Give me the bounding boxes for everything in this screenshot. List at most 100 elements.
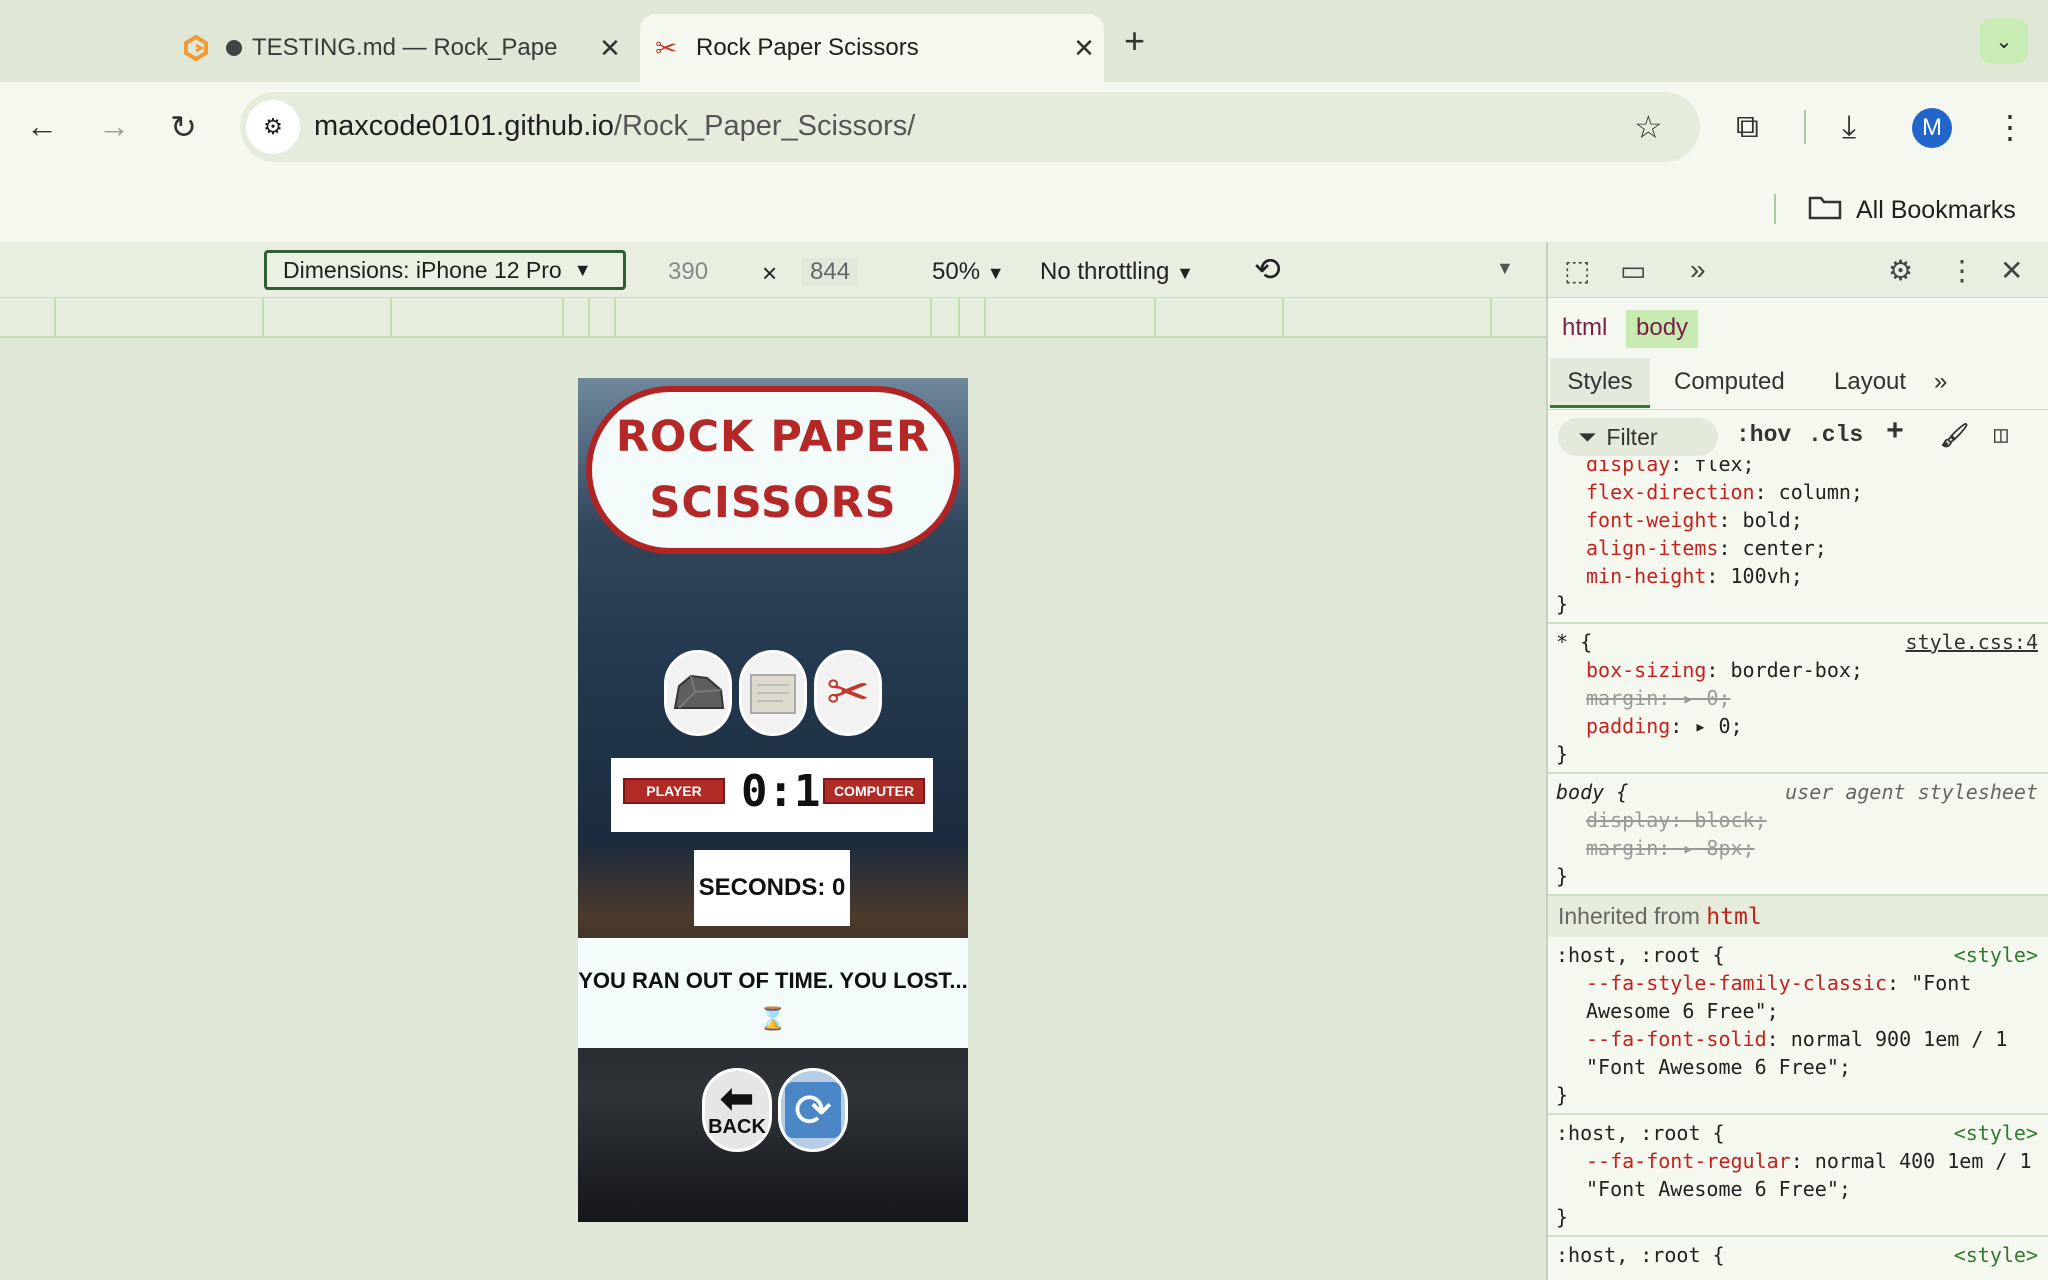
- scissors-button[interactable]: ✂: [814, 650, 882, 736]
- height-input[interactable]: 844: [802, 258, 859, 286]
- new-rule-plus-icon[interactable]: +: [1886, 416, 1904, 450]
- throttling-value: No throttling: [1040, 258, 1170, 285]
- css-declaration[interactable]: min-height: 100vh;: [1556, 562, 2040, 590]
- toggle-sidebar-icon[interactable]: ◫: [1994, 422, 2008, 449]
- hourglass-icon: ⌛: [759, 1006, 787, 1031]
- close-devtools-icon[interactable]: ✕: [2000, 254, 2023, 287]
- devtools-menu-kebab-icon[interactable]: ⋮: [1948, 254, 1976, 287]
- all-bookmarks-label: All Bookmarks: [1856, 196, 2016, 224]
- extensions-puzzle-icon[interactable]: ⧉: [1736, 108, 1759, 146]
- zoom-value: 50%: [932, 258, 981, 285]
- hov-toggle[interactable]: :hov: [1736, 422, 1791, 448]
- css-declaration[interactable]: --fa-style-family-classic: "Font Awesome…: [1556, 969, 2040, 1025]
- tab-search-chevron-icon[interactable]: ⌄: [1980, 18, 2028, 64]
- ruler-tick: [54, 298, 56, 336]
- css-rule-body: display: flex; flex-direction: column; f…: [1548, 460, 2048, 624]
- css-declaration-overridden[interactable]: margin: ▸ 0;: [1556, 684, 2040, 712]
- dom-breadcrumbs: [1548, 302, 2048, 350]
- ruler-tick: [614, 298, 616, 336]
- css-declaration-overridden[interactable]: margin: ▸ 8px;: [1556, 834, 2040, 862]
- tab-testing-md[interactable]: TESTING.md — Rock_Pape ✕: [170, 14, 630, 82]
- dimensions-value: Dimensions: iPhone 12 Pro: [283, 256, 562, 283]
- css-rule-root: :host, :root { <style> --fa-font-regular…: [1548, 1115, 2048, 1237]
- close-tab-icon[interactable]: ✕: [590, 33, 630, 64]
- device-mode-icon[interactable]: ▭: [1620, 254, 1646, 287]
- site-settings-icon[interactable]: ⚙: [246, 100, 300, 154]
- more-tabs-chevron-icon[interactable]: »: [1934, 358, 1947, 408]
- css-declaration[interactable]: flex-direction: column;: [1556, 478, 2040, 506]
- ruler-tick: [562, 298, 564, 336]
- tab-title: TESTING.md — Rock_Pape: [252, 34, 558, 61]
- media-query-ruler[interactable]: [0, 298, 1546, 338]
- inherited-element-link[interactable]: html: [1706, 904, 1761, 930]
- more-panels-chevron-icon[interactable]: »: [1690, 254, 1706, 286]
- cls-toggle[interactable]: .cls: [1808, 422, 1863, 448]
- filter-input[interactable]: ⏷ Filter: [1558, 418, 1718, 456]
- tab-styles[interactable]: Styles: [1550, 358, 1650, 408]
- throttling-select[interactable]: No throttling ▼: [1040, 258, 1194, 286]
- css-declaration[interactable]: font-weight: bold;: [1556, 506, 2040, 534]
- restart-button[interactable]: ⟳: [778, 1068, 848, 1152]
- css-declaration[interactable]: --fa-font-regular: normal 400 1em / 1 "F…: [1556, 1147, 2040, 1203]
- close-brace: }: [1556, 592, 1569, 616]
- gitpod-icon: [180, 32, 212, 64]
- tab-title: Rock Paper Scissors: [696, 34, 919, 61]
- paper-button[interactable]: [739, 650, 807, 736]
- paint-brush-icon[interactable]: 🖌: [1940, 422, 1969, 450]
- css-declaration[interactable]: padding: ▸ 0;: [1556, 712, 2040, 740]
- filter-funnel-icon: ⏷: [1578, 423, 1597, 450]
- inherited-label: Inherited from: [1558, 903, 1700, 929]
- score-display: 0:1: [741, 766, 821, 817]
- back-arrow-icon: ⬅: [720, 1076, 754, 1121]
- rotate-icon[interactable]: ⟲: [1254, 250, 1281, 288]
- css-declaration[interactable]: box-sizing: border-box;: [1556, 656, 2040, 684]
- breadcrumb-body[interactable]: body: [1626, 310, 1699, 348]
- url-text[interactable]: maxcode0101.github.io/Rock_Paper_Scissor…: [314, 110, 915, 143]
- back-arrow-icon[interactable]: ←: [26, 108, 58, 145]
- css-declaration[interactable]: align-items: center;: [1556, 534, 2040, 562]
- bookmark-star-icon[interactable]: ☆: [1634, 108, 1663, 146]
- css-rule-root: :host, :root { <style>: [1548, 1237, 2048, 1273]
- css-declaration-overridden[interactable]: display: block;: [1556, 806, 2040, 834]
- css-source-link[interactable]: style.css:4: [1906, 628, 2038, 656]
- dimensions-select[interactable]: Dimensions: iPhone 12 Pro ▼: [264, 250, 626, 290]
- profile-avatar[interactable]: M: [1912, 108, 1952, 148]
- player-label: PLAYER: [623, 778, 725, 804]
- tab-computed[interactable]: Computed: [1674, 358, 1785, 408]
- timer-display: SECONDS: 0: [694, 850, 850, 926]
- close-tab-icon[interactable]: ✕: [1064, 33, 1104, 64]
- css-declaration[interactable]: display: flex;: [1556, 460, 2040, 478]
- css-source-link[interactable]: <style>: [1954, 941, 2038, 969]
- close-brace: }: [1556, 742, 1569, 766]
- tab-rock-paper-scissors[interactable]: ✂ Rock Paper Scissors ✕: [640, 14, 1104, 82]
- dropdown-triangle-icon: ▼: [573, 259, 592, 280]
- rock-button[interactable]: [664, 650, 732, 736]
- result-message: YOU RAN OUT OF TIME. YOU LOST... ⌛: [578, 938, 968, 1048]
- url-path: /Rock_Paper_Scissors/: [613, 110, 916, 142]
- breadcrumb-html[interactable]: html: [1552, 310, 1617, 348]
- download-icon[interactable]: ⤓: [1842, 108, 1856, 146]
- game-title: ROCK PAPER SCISSORS: [586, 386, 960, 554]
- refresh-icon: ⟳: [785, 1082, 841, 1138]
- css-source-link[interactable]: <style>: [1954, 1119, 2038, 1147]
- zoom-select[interactable]: 50% ▼: [932, 258, 1005, 286]
- url-host: maxcode0101.github.io: [314, 110, 614, 142]
- ruler-tick: [1282, 298, 1284, 336]
- inspect-element-icon[interactable]: ⬚: [1564, 254, 1590, 287]
- settings-gear-icon[interactable]: ⚙: [1888, 254, 1913, 287]
- width-input[interactable]: 390: [668, 258, 708, 286]
- css-source-link[interactable]: <style>: [1954, 1241, 2038, 1269]
- browser-menu-kebab-icon[interactable]: ⋮: [1994, 108, 2026, 146]
- new-tab-plus-icon[interactable]: +: [1124, 20, 1145, 62]
- all-bookmarks-button[interactable]: All Bookmarks: [1808, 194, 2016, 227]
- tab-layout[interactable]: Layout: [1834, 358, 1906, 408]
- css-declaration[interactable]: --fa-font-solid: normal 900 1em / 1 "Fon…: [1556, 1025, 2040, 1081]
- computer-label: COMPUTER: [823, 778, 925, 804]
- ruler-tick: [984, 298, 986, 336]
- forward-arrow-icon[interactable]: →: [98, 108, 130, 145]
- reload-icon[interactable]: ↻: [170, 108, 197, 146]
- device-toolbar-more-icon[interactable]: ▼: [1496, 258, 1514, 279]
- paper-icon: [750, 674, 796, 714]
- times-sign: ×: [762, 258, 778, 288]
- back-button[interactable]: ⬅ BACK: [702, 1068, 772, 1152]
